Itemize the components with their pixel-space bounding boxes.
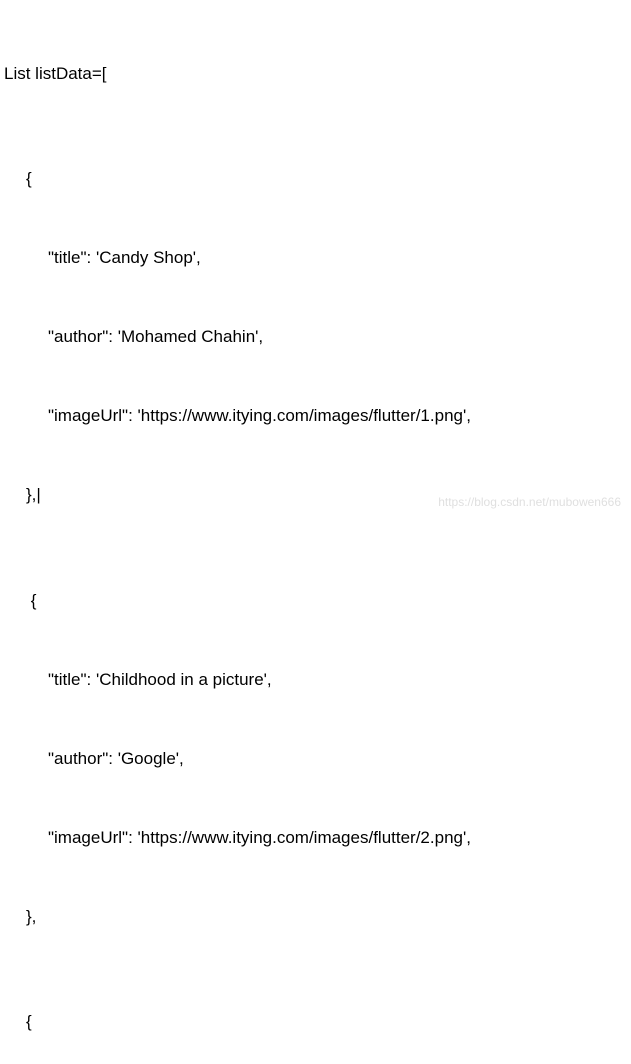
image-line: "imageUrl": 'https://www.itying.com/imag…	[4, 825, 627, 851]
author-line: "author": 'Mohamed Chahin',	[4, 324, 627, 350]
brace-close: },	[4, 904, 627, 930]
brace-open: {	[4, 166, 627, 192]
code-header: List listData=[	[4, 61, 627, 87]
title-line: "title": 'Childhood in a picture',	[4, 667, 627, 693]
brace-close: },|	[4, 482, 627, 508]
brace-open: {	[4, 1009, 627, 1035]
title-line: "title": 'Candy Shop',	[4, 245, 627, 271]
brace-open: {	[4, 588, 627, 614]
image-line: "imageUrl": 'https://www.itying.com/imag…	[4, 403, 627, 429]
author-line: "author": 'Google',	[4, 746, 627, 772]
code-block: List listData=[ { "title": 'Candy Shop',…	[4, 8, 627, 1064]
